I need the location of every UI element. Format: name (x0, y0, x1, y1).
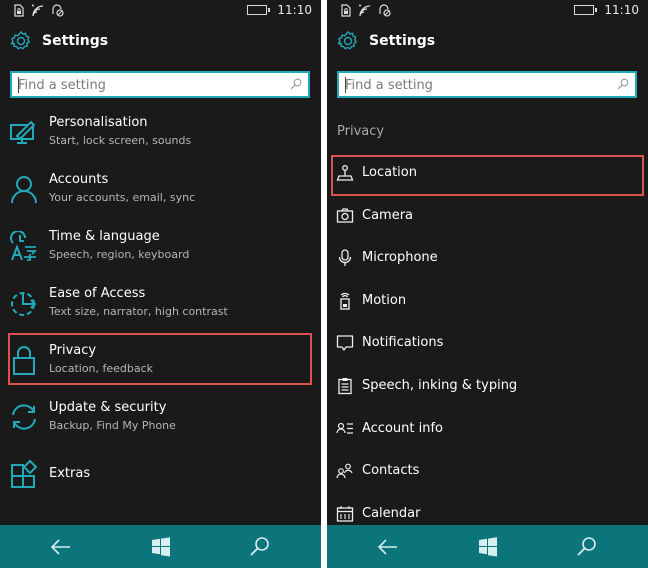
settings-category-list: Personalisation Start, lock screen, soun… (0, 110, 321, 509)
privacy-item-speech-inking-typing[interactable]: Speech, inking & typing (327, 366, 648, 409)
person-icon (11, 176, 37, 204)
item-label: Camera (362, 207, 414, 223)
category-name: Accounts (49, 172, 109, 187)
quiet-hours-icon (52, 4, 64, 17)
windows-start-icon[interactable] (148, 534, 174, 560)
clock: 11:10 (604, 3, 639, 17)
microphone-icon (338, 249, 352, 267)
wifi-icon (32, 4, 44, 17)
category-name: Update & security (49, 400, 167, 415)
section-header: Privacy (337, 124, 385, 139)
privacy-settings-list: Location Camera Microphone Motion Notifi… (327, 153, 648, 536)
category-name: Ease of Access (49, 286, 146, 301)
notification-icon (336, 335, 354, 352)
update-icon (12, 404, 36, 430)
search-icon[interactable] (247, 534, 273, 560)
status-bar: 11:10 (0, 0, 321, 24)
page-title: Settings (369, 33, 436, 49)
search-icon[interactable] (290, 78, 302, 90)
page-title: Settings (42, 33, 109, 49)
text-cursor (18, 77, 19, 93)
status-bar: 11:10 (327, 0, 648, 24)
location-highlight-box (331, 155, 644, 196)
app-header: Settings (337, 30, 435, 52)
gear-icon (10, 31, 30, 50)
search-icon[interactable] (617, 78, 629, 90)
navigation-bar (0, 525, 321, 568)
item-label: Account info (362, 420, 444, 436)
category-description: Your accounts, email, sync (49, 191, 196, 204)
search-icon[interactable] (574, 534, 600, 560)
back-arrow-icon[interactable] (375, 534, 401, 560)
speech-icon (338, 377, 352, 395)
camera-icon (336, 207, 354, 223)
category-update-security[interactable]: Update & security Backup, Find My Phone (0, 395, 321, 452)
privacy-highlight-box (8, 333, 312, 385)
category-description: Start, lock screen, sounds (49, 134, 192, 147)
category-accounts[interactable]: Accounts Your accounts, email, sync (0, 167, 321, 224)
account-info-icon (336, 422, 353, 434)
back-arrow-icon[interactable] (48, 534, 74, 560)
app-header: Settings (10, 30, 108, 52)
item-label: Contacts (362, 463, 420, 479)
navigation-bar (327, 525, 648, 568)
privacy-item-camera[interactable]: Camera (327, 196, 648, 239)
extras-icon (11, 459, 38, 488)
search-box[interactable] (10, 71, 310, 98)
calendar-icon (336, 505, 354, 522)
battery-icon (247, 5, 271, 15)
contacts-icon (336, 463, 353, 479)
quiet-hours-icon (379, 4, 391, 17)
category-name: Time & language (49, 229, 160, 244)
item-label: Microphone (362, 250, 438, 266)
category-extras[interactable]: Extras (0, 452, 321, 509)
category-ease-of-access[interactable]: Ease of Access Text size, narrator, high… (0, 281, 321, 338)
category-time-language[interactable]: Time & language Speech, region, keyboard (0, 224, 321, 281)
windows-start-icon[interactable] (475, 534, 501, 560)
time-language-icon (10, 231, 38, 261)
privacy-item-microphone[interactable]: Microphone (327, 238, 648, 281)
search-input[interactable] (345, 75, 605, 95)
category-name: Personalisation (49, 115, 148, 130)
privacy-item-notifications[interactable]: Notifications (327, 323, 648, 366)
clock: 11:10 (277, 3, 312, 17)
wifi-icon (359, 4, 371, 17)
search-box[interactable] (337, 71, 637, 98)
gear-icon (337, 31, 357, 50)
search-input[interactable] (18, 75, 278, 95)
phone-screen-settings-home: 11:10 Settings Personalisation Start, lo… (0, 0, 321, 568)
phone-screen-privacy: 11:10 Settings Privacy Location Camera M… (327, 0, 648, 568)
category-description: Text size, narrator, high contrast (49, 305, 228, 318)
personalisation-icon (10, 120, 36, 144)
motion-icon (340, 292, 350, 310)
category-description: Speech, region, keyboard (49, 248, 190, 261)
text-cursor (345, 77, 346, 93)
item-label: Notifications (362, 335, 444, 351)
sim-lock-icon (341, 4, 351, 17)
battery-icon (574, 5, 598, 15)
privacy-item-account-info[interactable]: Account info (327, 409, 648, 452)
ease-of-access-icon (11, 292, 37, 316)
privacy-item-motion[interactable]: Motion (327, 281, 648, 324)
privacy-item-contacts[interactable]: Contacts (327, 451, 648, 494)
category-description: Backup, Find My Phone (49, 419, 176, 432)
sim-lock-icon (14, 4, 24, 17)
item-label: Motion (362, 292, 407, 308)
category-name: Extras (49, 466, 91, 481)
category-personalisation[interactable]: Personalisation Start, lock screen, soun… (0, 110, 321, 167)
item-label: Speech, inking & typing (362, 377, 518, 393)
item-label: Calendar (362, 505, 421, 521)
